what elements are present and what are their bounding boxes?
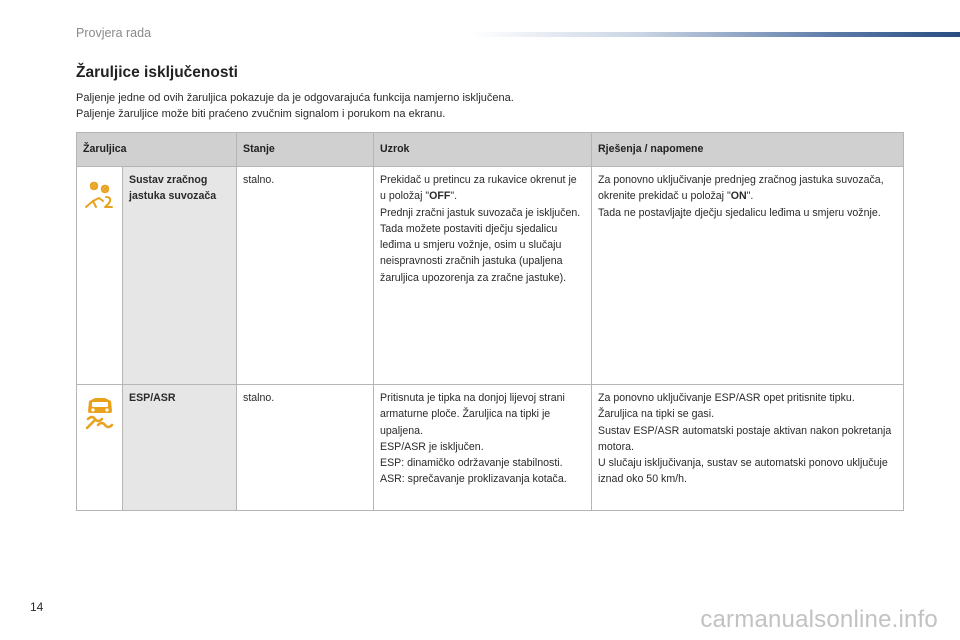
lamp-state-cell: stalno.	[236, 166, 375, 385]
table-row: Sustav zračnog jastuka suvozača stalno. …	[76, 166, 905, 385]
solution-line: Tada ne postavljajte dječju sjedalicu le…	[598, 206, 881, 219]
page-number: 14	[30, 600, 44, 614]
lamp-cause-cell: Prekidač u pretincu za rukavice okrenut …	[373, 166, 593, 385]
lamp-state-cell: stalno.	[236, 384, 375, 511]
cause-line: Pritisnuta je tipka na donjoj lijevoj st…	[380, 392, 565, 437]
cause-line: Prednji zračni jastuk suvozača je isklju…	[380, 206, 581, 219]
passenger-airbag-off-icon	[83, 179, 117, 213]
header-accent-bar	[470, 32, 960, 37]
solution-line: Za ponovno uključivanje ESP/ASR opet pri…	[598, 392, 855, 421]
intro-line-2: Paljenje žaruljice može biti praćeno zvu…	[76, 108, 446, 120]
solution-line: U slučaju isključivanja, sustav se autom…	[598, 457, 888, 486]
highlight-off: OFF	[429, 190, 451, 203]
intro-line-1: Paljenje jedne od ovih žaruljica pokazuj…	[76, 92, 514, 104]
lamp-cause-cell: Pritisnuta je tipka na donjoj lijevoj st…	[373, 384, 593, 511]
section-title: Žaruljice isključenosti	[76, 64, 238, 81]
cause-line: Tada možete postaviti dječju sjedalicu l…	[380, 222, 567, 284]
lamp-icon-cell	[76, 384, 123, 511]
page-header-title: Provjera rada	[76, 26, 152, 40]
solution-line: Sustav ESP/ASR automatski postaje aktiva…	[598, 424, 892, 453]
solution-line: Za ponovno uključivanje prednjeg zračnog…	[598, 174, 884, 203]
lamp-solution-cell: Za ponovno uključivanje prednjeg zračnog…	[591, 166, 905, 385]
table-row: ESP/ASR stalno. Pritisnuta je tipka na d…	[76, 384, 905, 511]
lamp-name-cell: ESP/ASR	[121, 384, 238, 511]
cause-line: ESP/ASR je isključen.	[380, 440, 484, 453]
intro-text: Paljenje jedne od ovih žaruljica pokazuj…	[76, 90, 514, 122]
column-header-lamp: Žaruljica	[75, 132, 238, 167]
lamp-name-cell: Sustav zračnog jastuka suvozača	[121, 166, 238, 385]
watermark: carmanualsonline.info	[700, 606, 938, 633]
lamp-solution-cell: Za ponovno uključivanje ESP/ASR opet pri…	[591, 384, 905, 511]
lamp-icon-cell	[76, 166, 123, 385]
column-header-solution: Rješenja / napomene	[591, 132, 905, 167]
warning-lamps-table: Žaruljica Stanje Uzrok Rješenja / napome…	[75, 132, 905, 511]
cause-line: Prekidač u pretincu za rukavice okrenut …	[380, 174, 577, 203]
column-header-state: Stanje	[236, 132, 375, 167]
cause-line: ASR: sprečavanje proklizavanja kotača.	[380, 473, 567, 486]
highlight-on: ON	[730, 190, 747, 203]
cause-line: ESP: dinamičko održavanje stabilnosti.	[380, 457, 563, 470]
column-header-cause: Uzrok	[373, 132, 593, 167]
table-header-row: Žaruljica Stanje Uzrok Rješenja / napome…	[75, 132, 905, 167]
esp-asr-off-icon	[83, 397, 117, 431]
